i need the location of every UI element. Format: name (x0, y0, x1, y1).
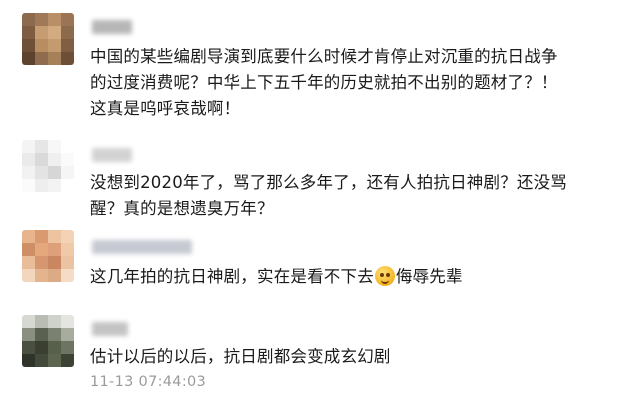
comment-line: 这几年拍的抗日神剧，实在是看不下去 侮辱先辈 (90, 264, 635, 290)
comment-line: 的过度消费呢？中华上下五千年的历史就拍不出别的题材了？！ (90, 73, 558, 92)
comment-timestamp: 11-13 07:44:03 (90, 374, 207, 390)
username-blurred[interactable] (92, 322, 128, 336)
avatar[interactable] (22, 13, 74, 65)
comment-text: 中国的某些编剧导演到底要什么时候才肯停止对沉重的抗日战争 的过度消费呢？中华上下… (90, 44, 635, 122)
comment-text-segment: 这几年拍的抗日神剧，实在是看不下去 (90, 267, 374, 286)
username-blurred[interactable] (92, 240, 192, 254)
comment-line: 这真是呜呼哀哉啊！ (90, 99, 241, 118)
username-blurred[interactable] (92, 20, 132, 34)
comment-line: 没想到2020年了，骂了那么多年了，还有人拍抗日神剧？还没骂 (90, 173, 567, 192)
avatar[interactable] (22, 230, 74, 282)
comment-line: 中国的某些编剧导演到底要什么时候才肯停止对沉重的抗日战争 (90, 47, 558, 66)
comment-text: 估计以后的以后，抗日剧都会变成玄幻剧 (90, 344, 635, 370)
smile-emoji-icon (374, 266, 395, 286)
comment-text: 这几年拍的抗日神剧，实在是看不下去 侮辱先辈 (90, 264, 635, 290)
avatar[interactable] (22, 140, 74, 192)
avatar[interactable] (22, 315, 74, 367)
username-blurred[interactable] (92, 148, 132, 162)
comment-line: 醒？真的是想遗臭万年？ (90, 199, 274, 218)
comment-line: 估计以后的以后，抗日剧都会变成玄幻剧 (90, 347, 391, 366)
comment-text-segment: 侮辱先辈 (395, 267, 463, 286)
comment-text: 没想到2020年了，骂了那么多年了，还有人拍抗日神剧？还没骂 醒？真的是想遗臭万… (90, 170, 635, 222)
